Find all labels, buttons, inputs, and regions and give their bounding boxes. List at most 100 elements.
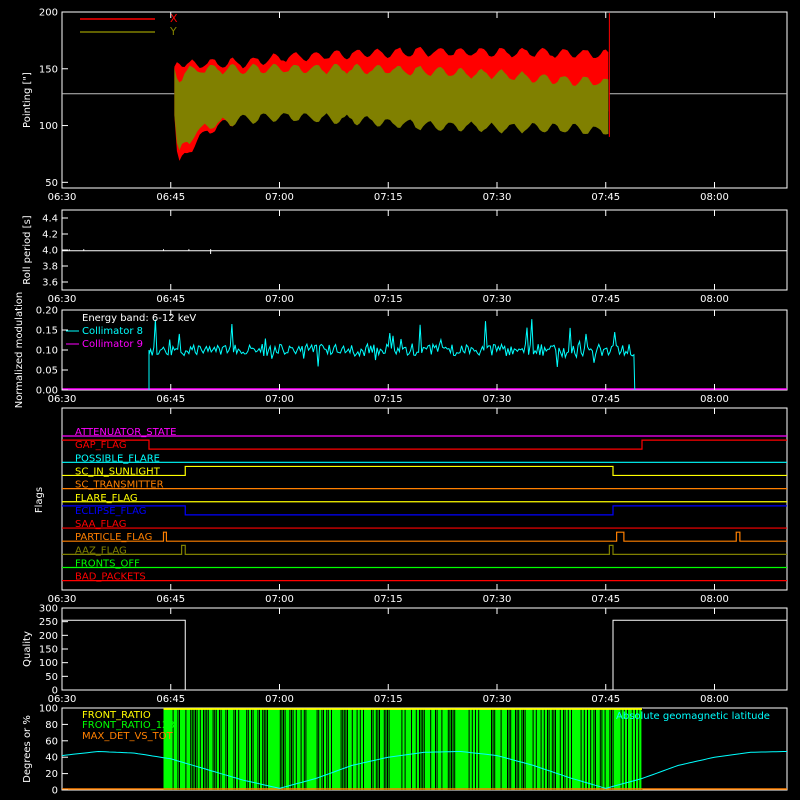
x-tick-label: 07:00 <box>265 192 294 203</box>
flag-line <box>62 531 787 542</box>
modulation-yticks: 0.000.050.100.150.20 <box>36 306 68 397</box>
flag-line <box>62 439 787 450</box>
y-tick-label: 60 <box>45 736 58 747</box>
energy-band-label: Energy band: 6-12 keV <box>82 313 196 324</box>
x-tick-label: 07:15 <box>374 192 403 203</box>
flag-label: GAP_FLAG <box>75 440 127 451</box>
y-tick-label: 80 <box>45 720 58 731</box>
x-tick-label: 08:00 <box>700 694 729 705</box>
legend-max-det: MAX_DET_VS_TOT <box>82 731 174 742</box>
flags-plot: ATTENUATOR_STATE GAP_FLAG POSSIBLE_FLARE SC… <box>62 427 787 583</box>
roll-xticks: 06:30 06:45 07:00 07:15 07:30 07:45 08:00 <box>48 210 729 305</box>
x-tick-label: 07:30 <box>483 594 512 605</box>
x-tick-label: 07:30 <box>483 694 512 705</box>
x-tick-label: 06:30 <box>48 192 77 203</box>
x-tick-label: 07:30 <box>483 294 512 305</box>
flag-line <box>62 505 787 516</box>
panel-roll: 3.63.84.04.24.4 Roll period [s] 06:30 06:… <box>22 209 788 305</box>
flag-label: AAZ_FLAG <box>75 545 127 556</box>
x-tick-label: 06:45 <box>156 294 185 305</box>
roll-plot <box>62 249 787 254</box>
x-tick-label: 06:45 <box>156 594 185 605</box>
panel-pointing: 50100150200 Pointing ["] X Y 06:30 06:45 0… <box>22 8 788 203</box>
x-tick-label: 07:45 <box>591 694 620 705</box>
flag-label: BAD_PACKETS <box>75 572 146 583</box>
quality-ylabel: Quality <box>22 631 33 667</box>
y-tick-label: 4.4 <box>42 214 58 225</box>
x-tick-label: 06:30 <box>48 394 77 405</box>
roll-ylabel: Roll period [s] <box>22 215 33 284</box>
y-tick-label: 50 <box>45 672 58 683</box>
y-tick-label: 20 <box>45 769 58 780</box>
x-tick-label: 08:00 <box>700 394 729 405</box>
flag-label: ATTENUATOR_STATE <box>75 427 176 438</box>
flag-line <box>62 544 787 555</box>
y-tick-label: 100 <box>39 704 58 715</box>
legend-coll8-label: Collimator 8 <box>82 326 143 337</box>
modulation-plot <box>62 319 787 391</box>
x-tick-label: 07:45 <box>591 192 620 203</box>
y-tick-label: 4.2 <box>42 230 58 241</box>
x-tick-label: 07:45 <box>591 594 620 605</box>
x-tick-label: 07:00 <box>265 294 294 305</box>
x-tick-label: 08:00 <box>700 192 729 203</box>
legend-coll9-label: Collimator 9 <box>82 339 143 350</box>
ratios-yticks: 0 20 40 60 80 100 <box>39 704 68 797</box>
roll-axes <box>61 209 788 291</box>
flag-label: FRONTS_OFF <box>75 559 140 570</box>
y-tick-label: 40 <box>45 753 58 764</box>
flag-label: SAA_FLAG <box>75 519 126 530</box>
panel-modulation: 0.000.050.100.150.20 Normalized modulati… <box>14 292 788 409</box>
flag-label: PARTICLE_FLAG <box>75 532 152 543</box>
x-tick-label: 06:45 <box>156 394 185 405</box>
pointing-yticks: 50 100 150 200 <box>39 8 68 189</box>
x-tick-label: 07:15 <box>374 694 403 705</box>
legend-y-label: Y <box>169 25 177 38</box>
x-tick-label: 07:15 <box>374 594 403 605</box>
flag-label: ECLIPSE_FLAG <box>75 506 146 517</box>
x-tick-label: 07:15 <box>374 394 403 405</box>
ratios-ylabel: Degrees or % <box>22 715 33 783</box>
panel-quality: 050100150200250300 Quality 06:30 06:45 07:… <box>22 604 788 705</box>
x-tick-label: 07:45 <box>591 394 620 405</box>
flag-label: SC_TRANSMITTER <box>75 480 164 491</box>
x-tick-label: 07:30 <box>483 394 512 405</box>
panel-ratios: 020406080100 Degrees or % FRONT_RATIO FR… <box>22 704 788 797</box>
y-tick-label: 3.8 <box>42 262 58 273</box>
y-tick-label: 0.10 <box>36 346 58 357</box>
y-tick-label: 4.0 <box>42 246 58 257</box>
x-tick-label: 07:00 <box>265 694 294 705</box>
x-tick-label: 07:00 <box>265 594 294 605</box>
pointing-y-series <box>174 63 609 151</box>
panel-flags: ATTENUATOR_STATE GAP_FLAG POSSIBLE_FLARE SC… <box>34 407 788 605</box>
legend-geomag: Absolute geomagnetic latitude <box>616 711 770 722</box>
x-tick-label: 07:30 <box>483 192 512 203</box>
x-tick-label: 08:00 <box>700 294 729 305</box>
quality-line <box>62 619 787 691</box>
y-tick-label: 0.05 <box>36 366 58 377</box>
x-tick-label: 06:45 <box>156 694 185 705</box>
y-tick-label: 50 <box>45 178 58 189</box>
y-tick-label: 0 <box>52 786 58 797</box>
x-tick-label: 08:00 <box>700 594 729 605</box>
y-tick-label: 100 <box>39 658 58 669</box>
y-tick-label: 300 <box>39 604 58 615</box>
y-tick-label: 200 <box>39 8 58 19</box>
x-tick-label: 07:00 <box>265 394 294 405</box>
flag-label: SC_IN_SUNLIGHT <box>75 466 161 477</box>
y-tick-label: 0.15 <box>36 326 58 337</box>
y-tick-label: 0.20 <box>36 306 58 317</box>
flag-label: FLARE_FLAG <box>75 493 138 504</box>
x-tick-label: 07:15 <box>374 294 403 305</box>
modulation-xticks: 06:30 06:45 07:00 07:15 07:30 07:45 08:00 <box>48 310 729 405</box>
modulation-ylabel: Normalized modulation <box>14 292 25 409</box>
x-tick-label: 06:30 <box>48 294 77 305</box>
collimator8-line <box>148 319 636 391</box>
legend-front-ratio-123: FRONT_RATIO_123 <box>82 720 175 731</box>
flags-ylabel: Flags <box>34 487 45 513</box>
flag-line <box>62 465 787 477</box>
y-tick-label: 100 <box>39 121 58 132</box>
quicklook-figure: 50100150200 Pointing ["] X Y 06:30 06:45 0… <box>14 8 788 797</box>
x-tick-label: 07:45 <box>591 294 620 305</box>
quality-yticks: 050100150200250300 <box>39 604 68 697</box>
